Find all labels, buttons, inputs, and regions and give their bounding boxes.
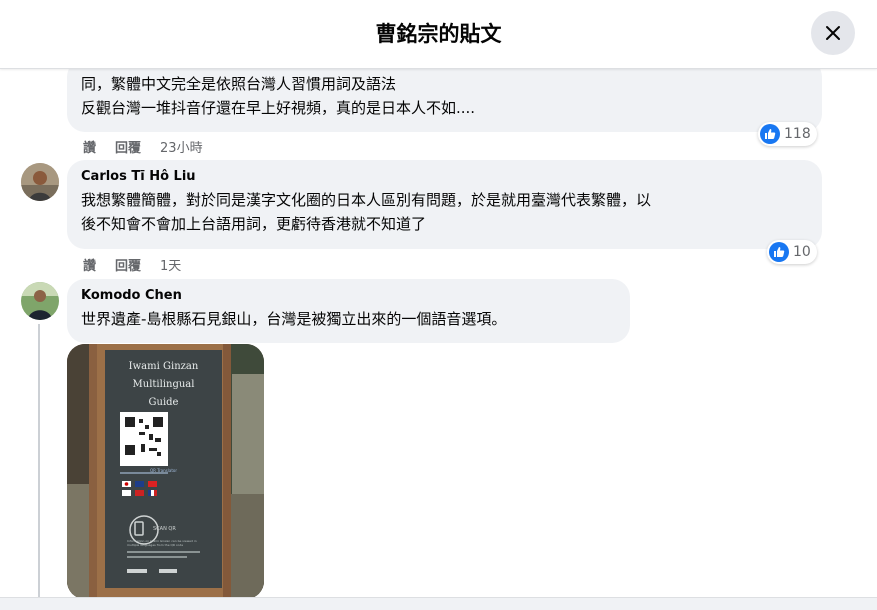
comment-author[interactable]: Komodo Chen <box>81 287 616 305</box>
like-reaction-icon <box>769 242 789 262</box>
comment-time[interactable]: 23小時 <box>160 137 203 156</box>
sign-title: Iwami Ginzan Multilingual Guide <box>105 358 222 412</box>
reaction-count[interactable]: 118 <box>758 122 817 146</box>
reaction-count[interactable]: 10 <box>767 240 817 264</box>
comment-bubble: 同，繁體中文完全是依照台灣人習慣用詞及語法 反觀台灣一堆抖音仔還在早上好視頻，真… <box>67 69 822 132</box>
comment-actions: 讚 回覆 23小時 <box>83 137 222 156</box>
comment-time[interactable]: 1天 <box>160 255 181 274</box>
comments-area: 同，繁體中文完全是依照台灣人習慣用詞及語法 反觀台灣一堆抖音仔還在早上好視頻，真… <box>0 69 877 609</box>
comment-text-line: 後不知會不會加上台語用詞，更虧待香港就不知道了 <box>81 215 427 233</box>
comment-text-line: 我想繁體簡體，對於同是漢字文化圈的日本人區別有問題，於是就用臺灣代表繁體，以 <box>81 191 652 209</box>
sign-title-line: Multilingual <box>132 379 195 390</box>
comment-text-line: 同，繁體中文完全是依照台灣人習慣用詞及語法 <box>81 75 397 93</box>
like-link[interactable]: 讚 <box>83 137 96 156</box>
reaction-number: 118 <box>784 126 811 142</box>
comment-photo[interactable]: Iwami Ginzan Multilingual Guide QR Trans… <box>67 344 264 599</box>
avatar[interactable] <box>21 163 59 201</box>
comment-composer-edge <box>0 597 877 610</box>
sign-title-line: Guide <box>148 397 179 408</box>
sign-title-line: Iwami Ginzan <box>128 361 199 372</box>
reaction-number: 10 <box>793 244 811 260</box>
avatar-image <box>21 282 59 320</box>
comment-author[interactable]: Carlos Tī Hô Liu <box>81 168 808 186</box>
sign-footer-text: Information on Iwami Ginzan can be viewe… <box>127 539 197 547</box>
reply-link[interactable]: 回覆 <box>115 137 141 156</box>
comment-bubble: Komodo Chen 世界遺產-島根縣石見銀山，台灣是被獨立出來的一個語音選項… <box>67 279 630 343</box>
close-button[interactable] <box>811 11 855 55</box>
sign-scan-label: SCAN QR <box>153 526 176 532</box>
close-icon <box>826 26 840 40</box>
avatar-image <box>21 163 59 201</box>
sign-qr-caption: QR Translator <box>150 468 177 473</box>
reply-link[interactable]: 回覆 <box>115 255 141 274</box>
like-link[interactable]: 讚 <box>83 255 96 274</box>
comment-actions: 讚 回覆 1天 <box>83 255 200 274</box>
dialog-title: 曹銘宗的貼文 <box>375 22 502 46</box>
avatar[interactable] <box>21 282 59 320</box>
like-reaction-icon <box>760 124 780 144</box>
comment-text-line: 反觀台灣一堆抖音仔還在早上好視頻，真的是日本人不如.... <box>81 99 476 117</box>
comment-bubble: Carlos Tī Hô Liu 我想繁體簡體，對於同是漢字文化圈的日本人區別有… <box>67 160 822 249</box>
comment-text-line: 世界遺產-島根縣石見銀山，台灣是被獨立出來的一個語音選項。 <box>81 310 507 328</box>
dialog-header: 曹銘宗的貼文 <box>0 0 877 69</box>
thread-line <box>38 324 40 609</box>
